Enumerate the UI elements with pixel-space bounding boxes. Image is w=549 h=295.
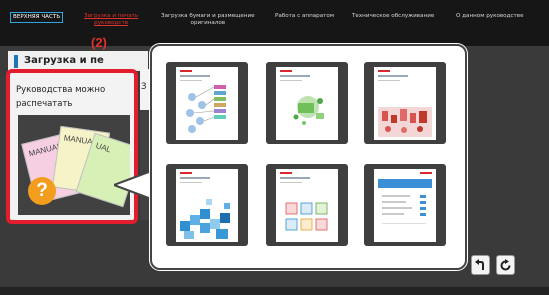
manual-cover bbox=[176, 67, 238, 140]
manual-cover bbox=[276, 67, 338, 140]
screen-icons-grid bbox=[285, 202, 328, 231]
nav-tab-maintenance[interactable]: Техническое обслуживание bbox=[352, 13, 434, 20]
nav-tab-operating-machine[interactable]: Работа с аппаратом bbox=[275, 13, 334, 20]
nav-tab-label-line2: оригиналов bbox=[190, 20, 226, 26]
bottom-strip bbox=[0, 287, 549, 295]
manual-thumbnail-3[interactable] bbox=[364, 62, 446, 144]
manual-book-word: UAL bbox=[94, 140, 113, 155]
manual-cover bbox=[374, 67, 436, 140]
manual-cover bbox=[176, 169, 238, 242]
blue-pixel-blocks bbox=[180, 199, 230, 239]
heading-marker bbox=[14, 55, 18, 68]
top-navigation-bar: ВЕРХНЯЯ ЧАСТЬ Загрузка и печать руководс… bbox=[0, 0, 549, 46]
question-mark-icon: ? bbox=[28, 177, 56, 205]
printable-manuals-card[interactable]: Руководства можно распечатать MANUAL MAN… bbox=[6, 69, 138, 224]
refresh-button[interactable] bbox=[496, 255, 515, 275]
blue-screen-form bbox=[378, 179, 432, 224]
manual-cover bbox=[276, 169, 338, 242]
section-heading: Загрузка и пе bbox=[24, 55, 104, 66]
manual-thumbnail-5[interactable] bbox=[266, 164, 348, 246]
back-arrow-icon bbox=[475, 258, 484, 270]
nav-tab-about-manual[interactable]: О данном руководстве bbox=[456, 13, 524, 20]
green-machine-parts bbox=[293, 96, 324, 125]
manual-thumbnail-4[interactable] bbox=[166, 164, 248, 246]
back-button[interactable] bbox=[471, 255, 490, 275]
manual-thumbnail-2[interactable] bbox=[266, 62, 348, 144]
red-city-graphic bbox=[378, 107, 432, 137]
card-label: Руководства можно распечатать bbox=[16, 85, 106, 109]
nav-tab-label-line2: руководств bbox=[94, 20, 129, 26]
nav-tab-label-line1: Загрузка бумаги и размещение bbox=[161, 13, 255, 19]
manual-selection-popup bbox=[150, 44, 467, 270]
manual-cover bbox=[374, 169, 436, 242]
next-card-label: З bbox=[141, 82, 147, 92]
refresh-icon bbox=[500, 258, 511, 270]
nav-tab-top[interactable]: ВЕРХНЯЯ ЧАСТЬ bbox=[10, 12, 64, 23]
nav-tab-paper-and-originals[interactable]: Загрузка бумаги и размещение оригиналов bbox=[161, 13, 255, 27]
flowchart-diagram bbox=[186, 85, 226, 133]
nav-tab-load-and-print-manuals[interactable]: Загрузка и печать руководств bbox=[84, 13, 138, 27]
manual-thumbnail-6[interactable] bbox=[364, 164, 446, 246]
manual-screen: ВЕРХНЯЯ ЧАСТЬ Загрузка и печать руководс… bbox=[0, 0, 549, 295]
nav-tab-label-line1: Загрузка и печать bbox=[84, 13, 139, 19]
manuals-illustration: MANUAL MANUAL UAL ? bbox=[18, 115, 130, 215]
popup-pointer bbox=[114, 170, 154, 200]
manual-thumbnail-1[interactable] bbox=[166, 62, 248, 144]
callout-number: (2) bbox=[91, 35, 107, 50]
